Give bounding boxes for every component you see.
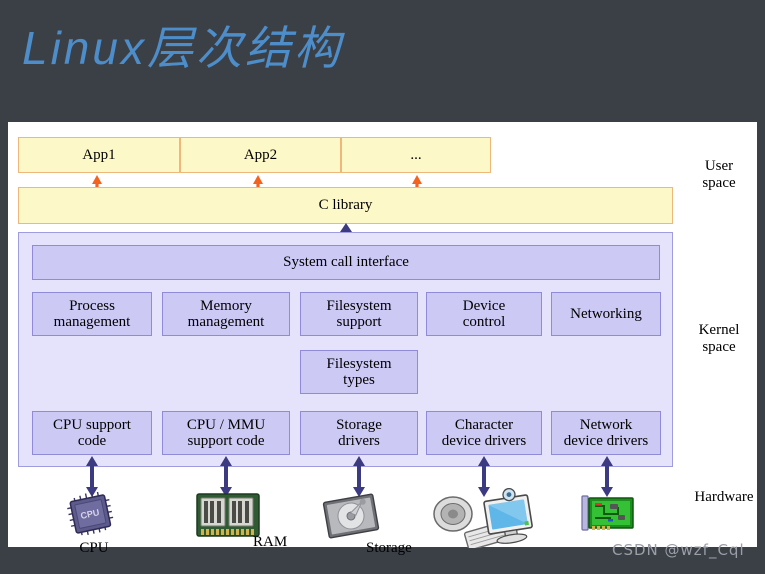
user-space-label: User space (702, 158, 736, 192)
kernel-box-label: Filesystem types (326, 355, 392, 388)
kernel-box-filesystem-support[interactable]: Filesystem support (300, 292, 418, 336)
kernel-box-device-control[interactable]: Device control (426, 292, 542, 336)
kernel-box-label: CPU support code (53, 416, 131, 449)
kernel-box-memory-management[interactable]: Memory management (162, 292, 290, 336)
hardware-label-ram: RAM (253, 534, 288, 550)
hardware-space-label: Hardware (694, 489, 754, 505)
system-call-interface-box[interactable]: System call interface (32, 245, 660, 280)
speaker-keyboard-monitor-icon (433, 488, 533, 548)
app-box-label: App2 (243, 146, 278, 163)
kernel-box-label: CPU / MMU support code (186, 416, 266, 449)
kernel-box-network-device-drivers[interactable]: Network device drivers (551, 411, 661, 455)
kernel-box-cpu-mmu-support-code[interactable]: CPU / MMU support code (162, 411, 290, 455)
title-bar: Linux层次结构 (0, 0, 765, 122)
c-library-label: C library (318, 197, 373, 214)
kernel-space-label: Kernel space (698, 322, 740, 356)
kernel-box-storage-drivers[interactable]: Storage drivers (300, 411, 418, 455)
c-library-box[interactable]: C library (18, 187, 673, 224)
kernel-box-cpu-support-code[interactable]: CPU support code (32, 411, 152, 455)
kernel-box-label: Networking (570, 305, 642, 322)
network-card-icon (581, 495, 634, 531)
kernel-box-label: Character device drivers (441, 416, 527, 449)
kernel-box-label: Device control (462, 297, 506, 330)
kernel-box-networking[interactable]: Networking (551, 292, 661, 336)
app-box-3[interactable]: ... (341, 137, 491, 173)
hardware-label-cpu: CPU (79, 540, 109, 556)
hard-disk-icon (322, 493, 380, 539)
kernel-box-label: Memory management (187, 297, 265, 330)
kernel-box-character-device-drivers[interactable]: Character device drivers (426, 411, 542, 455)
hardware-label-storage: Storage (366, 540, 412, 556)
page-title: Linux层次结构 (22, 22, 343, 74)
kernel-box-label: Storage drivers (336, 416, 382, 449)
app-box-2[interactable]: App2 (180, 137, 341, 173)
kernel-box-label: Process management (53, 297, 131, 330)
diagram-canvas: App1 App2 ... C library System call inte… (8, 122, 757, 556)
kernel-box-label: Filesystem support (326, 297, 392, 330)
app-box-label: App1 (82, 146, 116, 163)
kernel-box-label: Network device drivers (563, 416, 649, 449)
app-box-1[interactable]: App1 (18, 137, 180, 173)
system-call-interface-label: System call interface (283, 254, 409, 271)
csdn-watermark: CSDN @wzf_Cql (612, 541, 745, 559)
cpu-chip-icon: CPU (67, 491, 114, 536)
kernel-box-process-management[interactable]: Process management (32, 292, 152, 336)
app-box-label: ... (410, 146, 422, 163)
kernel-box-filesystem-types[interactable]: Filesystem types (300, 350, 418, 394)
